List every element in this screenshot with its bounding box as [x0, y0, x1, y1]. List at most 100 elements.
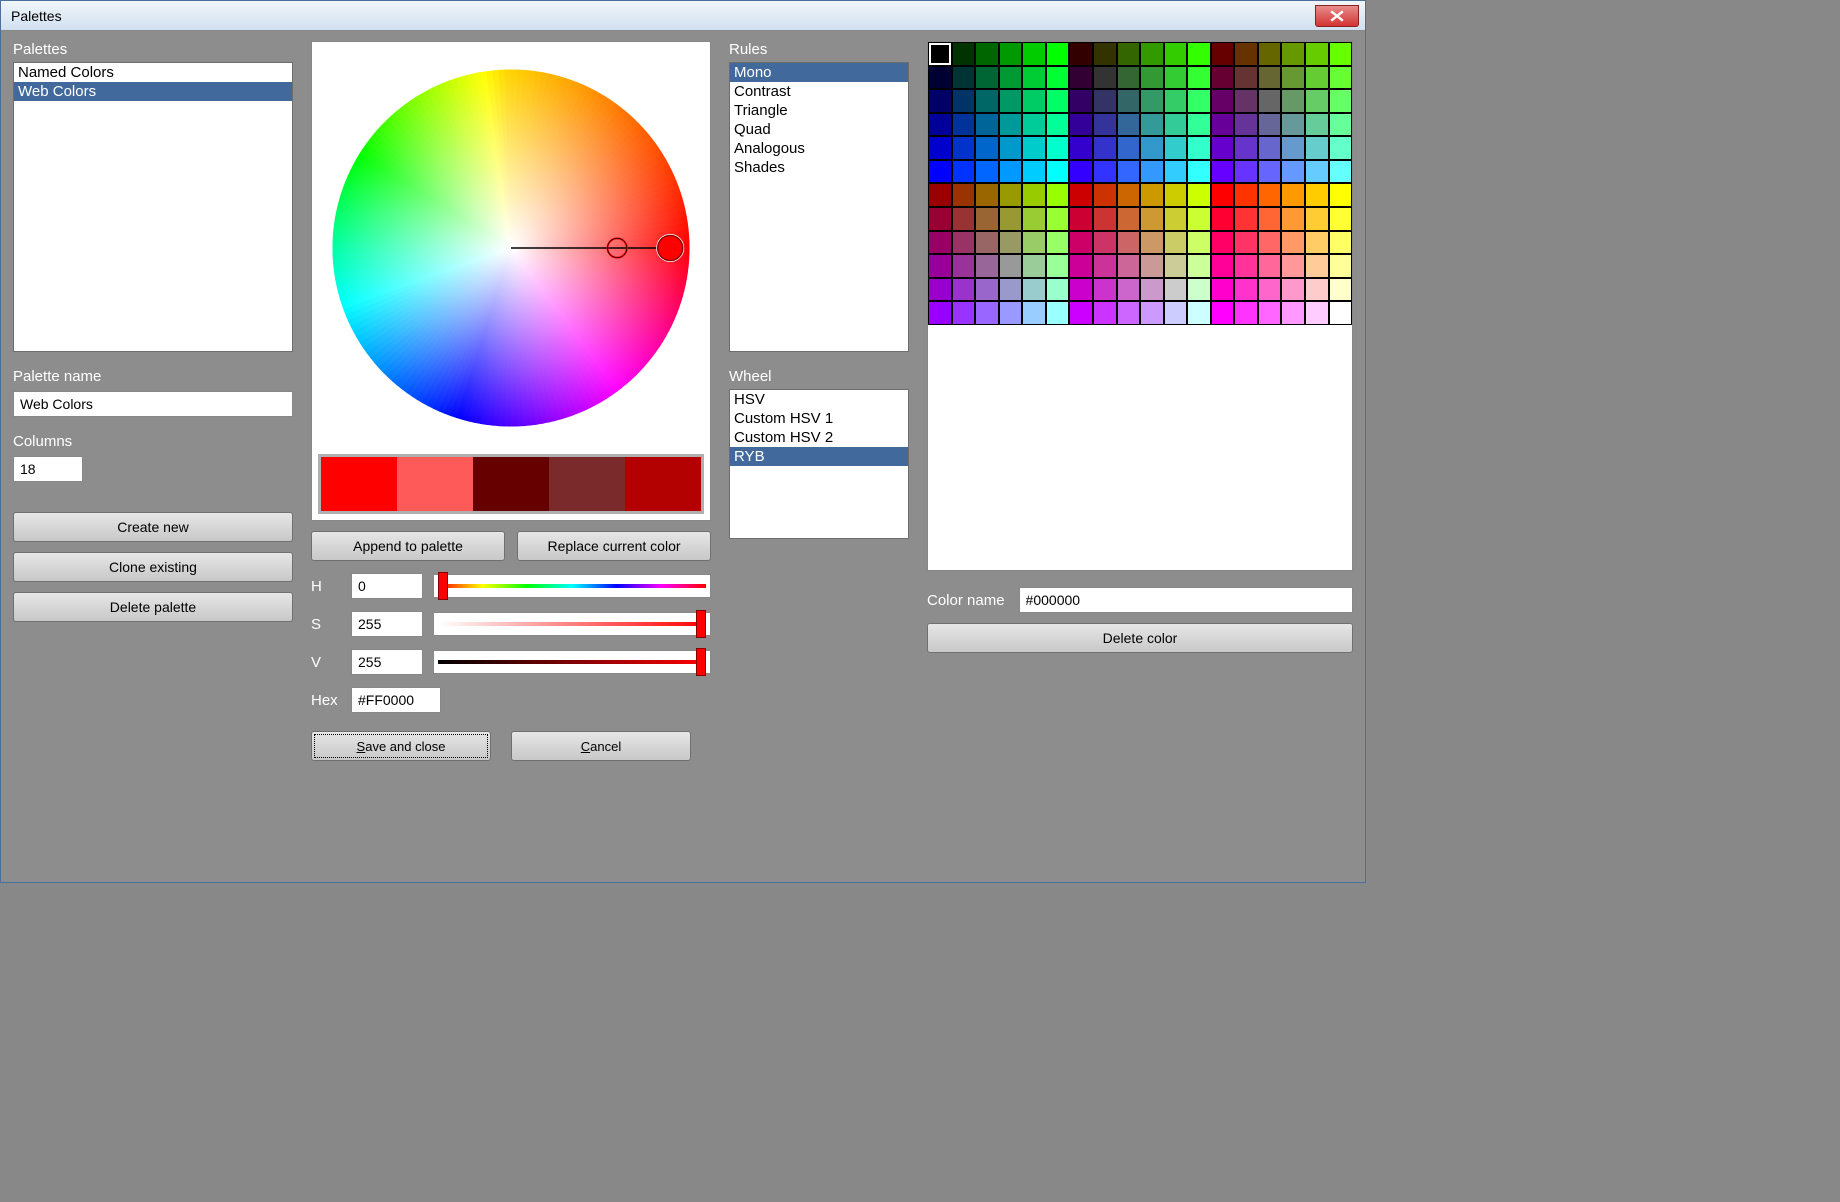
cancel-button[interactable]: Cancel — [511, 731, 691, 761]
swatch[interactable] — [1093, 89, 1117, 113]
swatch[interactable] — [1117, 254, 1141, 278]
swatch[interactable] — [952, 207, 976, 231]
swatch[interactable] — [1258, 278, 1282, 302]
swatch[interactable] — [1046, 89, 1070, 113]
swatch[interactable] — [1305, 66, 1329, 90]
h-input[interactable] — [351, 573, 423, 599]
swatch[interactable] — [1211, 207, 1235, 231]
swatch[interactable] — [1329, 136, 1353, 160]
swatch[interactable] — [1329, 160, 1353, 184]
swatch[interactable] — [1234, 301, 1258, 325]
swatch[interactable] — [1187, 113, 1211, 137]
swatch[interactable] — [1117, 113, 1141, 137]
swatch[interactable] — [1281, 113, 1305, 137]
swatch[interactable] — [1305, 42, 1329, 66]
swatch[interactable] — [1046, 301, 1070, 325]
swatch[interactable] — [1305, 136, 1329, 160]
swatch[interactable] — [952, 301, 976, 325]
swatch[interactable] — [1234, 207, 1258, 231]
swatch[interactable] — [1305, 231, 1329, 255]
swatch[interactable] — [975, 42, 999, 66]
swatch[interactable] — [1305, 113, 1329, 137]
swatch[interactable] — [952, 183, 976, 207]
save-and-close-button[interactable]: Save and close — [311, 731, 491, 761]
list-item[interactable]: HSV — [730, 390, 908, 409]
swatch[interactable] — [1258, 66, 1282, 90]
swatch[interactable] — [1305, 207, 1329, 231]
swatch[interactable] — [975, 113, 999, 137]
swatch[interactable] — [1329, 278, 1353, 302]
swatch[interactable] — [928, 66, 952, 90]
swatch[interactable] — [1329, 66, 1353, 90]
swatch[interactable] — [928, 301, 952, 325]
swatch[interactable] — [1069, 207, 1093, 231]
swatch[interactable] — [1069, 278, 1093, 302]
create-new-button[interactable]: Create new — [13, 512, 293, 542]
color-wheel[interactable] — [318, 48, 704, 448]
swatch[interactable] — [1022, 89, 1046, 113]
swatch[interactable] — [1305, 183, 1329, 207]
v-input[interactable] — [351, 649, 423, 675]
swatch[interactable] — [1234, 278, 1258, 302]
list-item[interactable]: Triangle — [730, 101, 908, 120]
swatch[interactable] — [1140, 254, 1164, 278]
swatch[interactable] — [928, 207, 952, 231]
swatch[interactable] — [1281, 254, 1305, 278]
swatch[interactable] — [1069, 113, 1093, 137]
swatch[interactable] — [1258, 160, 1282, 184]
swatch[interactable] — [1164, 254, 1188, 278]
swatch[interactable] — [975, 183, 999, 207]
swatch[interactable] — [1211, 183, 1235, 207]
swatch[interactable] — [1022, 278, 1046, 302]
swatch[interactable] — [1140, 42, 1164, 66]
swatch[interactable] — [1093, 66, 1117, 90]
swatch[interactable] — [1117, 231, 1141, 255]
swatch[interactable] — [1258, 254, 1282, 278]
wheel-listbox[interactable]: HSVCustom HSV 1Custom HSV 2RYB — [729, 389, 909, 539]
swatch[interactable] — [1329, 89, 1353, 113]
swatch[interactable] — [1164, 301, 1188, 325]
swatch[interactable] — [999, 160, 1023, 184]
swatch[interactable] — [1117, 160, 1141, 184]
swatch[interactable] — [1093, 207, 1117, 231]
swatch[interactable] — [1117, 301, 1141, 325]
swatch[interactable] — [1234, 113, 1258, 137]
list-item[interactable]: Web Colors — [14, 82, 292, 101]
swatch[interactable] — [999, 278, 1023, 302]
swatch[interactable] — [1022, 207, 1046, 231]
swatch[interactable] — [928, 89, 952, 113]
shade-swatch[interactable] — [549, 457, 625, 511]
s-slider[interactable] — [433, 612, 711, 636]
swatch[interactable] — [1234, 231, 1258, 255]
swatch[interactable] — [1093, 231, 1117, 255]
swatch[interactable] — [1117, 136, 1141, 160]
swatch[interactable] — [1093, 160, 1117, 184]
swatch[interactable] — [1187, 278, 1211, 302]
swatch[interactable] — [999, 301, 1023, 325]
swatch[interactable] — [1258, 89, 1282, 113]
swatch[interactable] — [1211, 42, 1235, 66]
swatch[interactable] — [928, 254, 952, 278]
swatch[interactable] — [1329, 207, 1353, 231]
swatch[interactable] — [1022, 42, 1046, 66]
swatch[interactable] — [1329, 183, 1353, 207]
swatch[interactable] — [1022, 160, 1046, 184]
swatch[interactable] — [1093, 254, 1117, 278]
swatch[interactable] — [1164, 66, 1188, 90]
swatch[interactable] — [1022, 113, 1046, 137]
swatch[interactable] — [1258, 136, 1282, 160]
swatch[interactable] — [1046, 231, 1070, 255]
shade-swatch[interactable] — [318, 454, 400, 514]
swatch[interactable] — [1187, 66, 1211, 90]
swatch[interactable] — [1211, 301, 1235, 325]
swatch[interactable] — [1211, 231, 1235, 255]
swatch[interactable] — [1211, 136, 1235, 160]
h-slider[interactable] — [433, 574, 711, 598]
list-item[interactable]: Custom HSV 1 — [730, 409, 908, 428]
swatch[interactable] — [1164, 42, 1188, 66]
swatch[interactable] — [975, 136, 999, 160]
swatch[interactable] — [1187, 89, 1211, 113]
swatch[interactable] — [1164, 183, 1188, 207]
swatch[interactable] — [1164, 278, 1188, 302]
swatch[interactable] — [1117, 278, 1141, 302]
